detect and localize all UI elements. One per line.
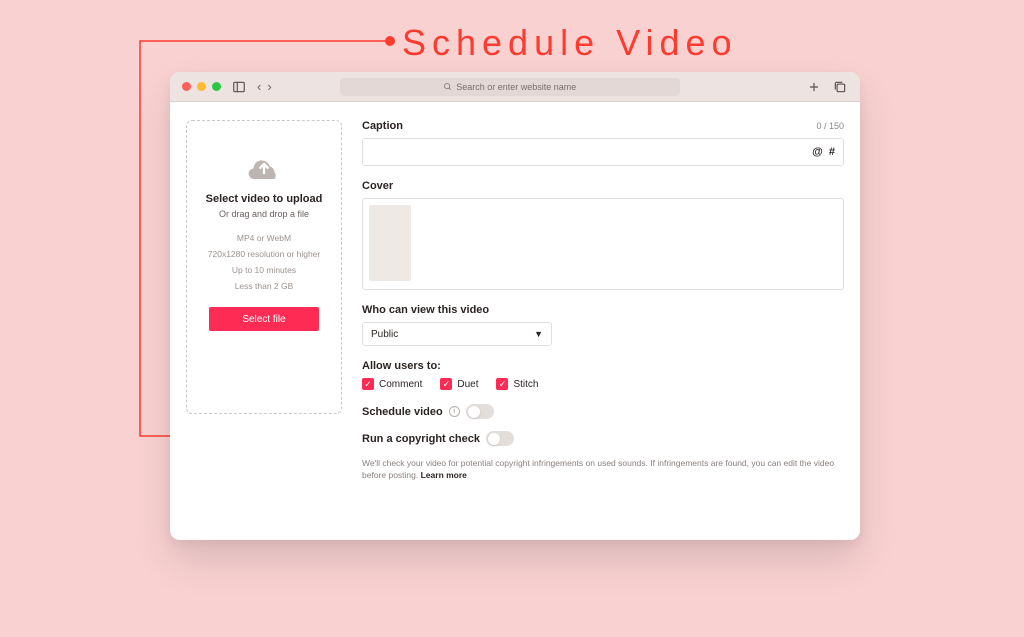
allow-duet-checkbox[interactable]: ✓ Duet <box>440 378 478 390</box>
select-file-button[interactable]: Select file <box>209 307 319 331</box>
cover-thumbnail[interactable] <box>369 205 411 281</box>
copyright-check-label: Run a copyright check <box>362 433 480 445</box>
upload-spec: 720x1280 resolution or higher <box>208 249 320 259</box>
upload-subtitle: Or drag and drop a file <box>219 209 309 219</box>
upload-form: Caption 0 / 150 @ # Cover Who can view t… <box>362 120 844 530</box>
check-icon: ✓ <box>440 378 452 390</box>
browser-titlebar: ‹ › Search or enter website name <box>170 72 860 102</box>
window-controls[interactable] <box>182 82 221 91</box>
new-tab-icon[interactable] <box>806 79 822 95</box>
search-icon <box>443 82 452 91</box>
maximize-icon[interactable] <box>212 82 221 91</box>
learn-more-link[interactable]: Learn more <box>421 470 467 480</box>
nav-back-icon[interactable]: ‹ <box>257 79 261 94</box>
caption-input[interactable]: @ # <box>362 138 844 166</box>
address-bar[interactable]: Search or enter website name <box>340 78 680 96</box>
copyright-description: We'll check your video for potential cop… <box>362 458 844 482</box>
privacy-select[interactable]: Public ▼ <box>362 322 552 346</box>
upload-spec: Up to 10 minutes <box>232 265 296 275</box>
caption-counter: 0 / 150 <box>816 121 844 131</box>
page-content: Select video to upload Or drag and drop … <box>170 102 860 540</box>
address-bar-text: Search or enter website name <box>456 82 576 92</box>
allow-option-label: Duet <box>457 379 478 390</box>
schedule-video-label: Schedule video <box>362 406 443 418</box>
upload-spec: Less than 2 GB <box>235 281 294 291</box>
tabs-overview-icon[interactable] <box>832 79 848 95</box>
allow-stitch-checkbox[interactable]: ✓ Stitch <box>496 378 538 390</box>
allow-option-label: Comment <box>379 379 422 390</box>
hashtag-icon[interactable]: # <box>829 146 835 158</box>
info-icon[interactable]: i <box>449 406 460 417</box>
schedule-video-toggle[interactable] <box>466 404 494 419</box>
copyright-check-toggle[interactable] <box>486 431 514 446</box>
cover-label: Cover <box>362 180 393 192</box>
privacy-value: Public <box>371 329 398 340</box>
browser-window: ‹ › Search or enter website name Select … <box>170 72 860 540</box>
chevron-down-icon: ▼ <box>534 329 543 339</box>
cloud-upload-icon <box>246 153 282 181</box>
allow-label: Allow users to: <box>362 360 441 372</box>
minimize-icon[interactable] <box>197 82 206 91</box>
check-icon: ✓ <box>362 378 374 390</box>
check-icon: ✓ <box>496 378 508 390</box>
caption-label: Caption <box>362 120 403 132</box>
privacy-label: Who can view this video <box>362 304 489 316</box>
mention-icon[interactable]: @ <box>812 146 823 158</box>
cover-selector[interactable] <box>362 198 844 290</box>
allow-option-label: Stitch <box>513 379 538 390</box>
annotation-title: Schedule Video <box>402 22 738 64</box>
nav-forward-icon[interactable]: › <box>267 79 271 94</box>
close-icon[interactable] <box>182 82 191 91</box>
upload-spec: MP4 or WebM <box>237 233 291 243</box>
upload-panel[interactable]: Select video to upload Or drag and drop … <box>186 120 342 414</box>
sidebar-toggle-icon[interactable] <box>231 79 247 95</box>
upload-title: Select video to upload <box>206 193 323 205</box>
allow-comment-checkbox[interactable]: ✓ Comment <box>362 378 422 390</box>
